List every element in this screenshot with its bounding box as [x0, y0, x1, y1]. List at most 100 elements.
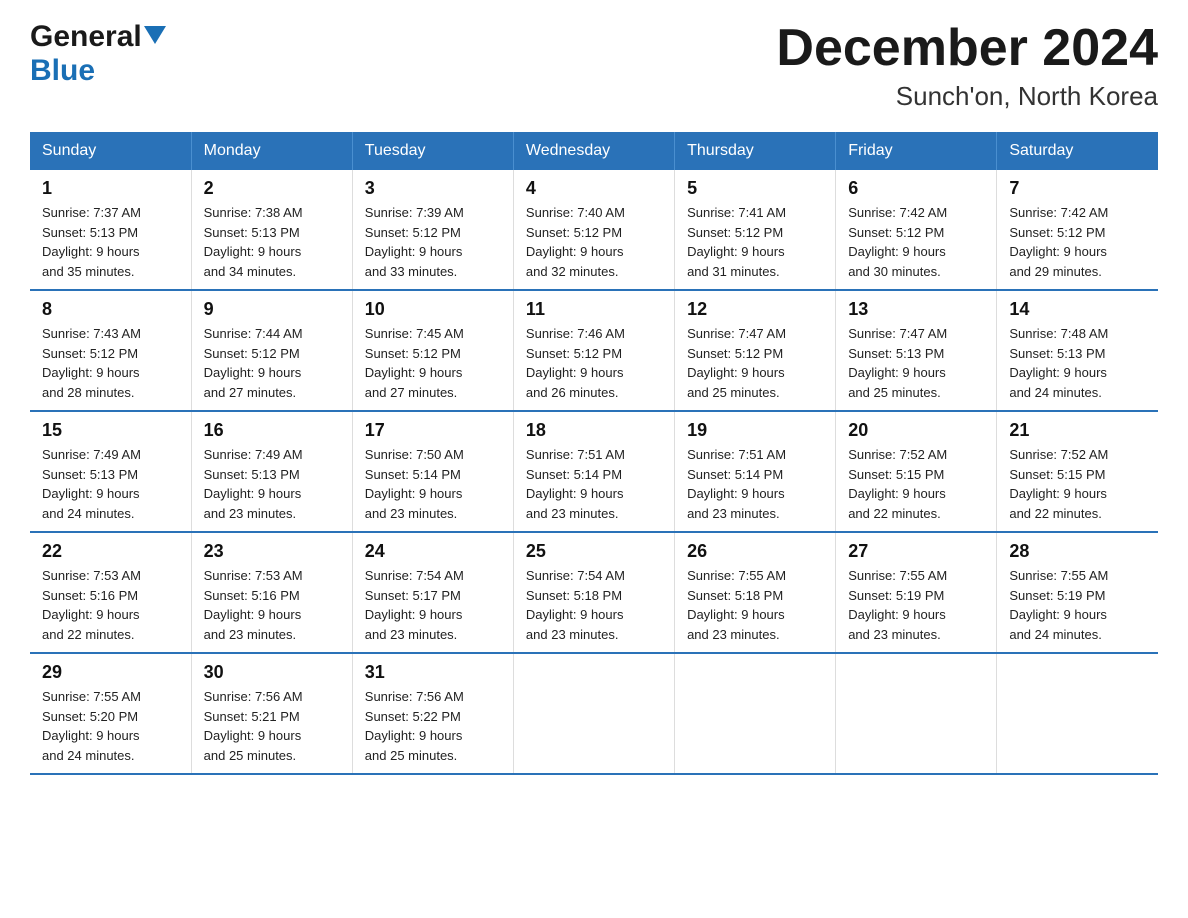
calendar-week-row: 8Sunrise: 7:43 AMSunset: 5:12 PMDaylight… — [30, 290, 1158, 411]
day-info: Sunrise: 7:56 AMSunset: 5:21 PMDaylight:… — [204, 687, 340, 765]
calendar-day-cell: 31 Sunrise: 7:56 AMSunset: 5:22 PMDayligh… — [352, 653, 513, 774]
day-number: 11 — [526, 299, 662, 320]
day-number: 4 — [526, 178, 662, 199]
calendar-day-header: Wednesday — [513, 132, 674, 170]
day-number: 28 — [1009, 541, 1146, 562]
calendar-header-row: SundayMondayTuesdayWednesdayThursdayFrid… — [30, 132, 1158, 170]
day-info: Sunrise: 7:52 AMSunset: 5:15 PMDaylight:… — [1009, 445, 1146, 523]
calendar-table: SundayMondayTuesdayWednesdayThursdayFrid… — [30, 132, 1158, 775]
calendar-week-row: 29Sunrise: 7:55 AMSunset: 5:20 PMDayligh… — [30, 653, 1158, 774]
day-number: 9 — [204, 299, 340, 320]
calendar-day-header: Sunday — [30, 132, 191, 170]
day-number: 21 — [1009, 420, 1146, 441]
day-number: 14 — [1009, 299, 1146, 320]
calendar-day-cell — [836, 653, 997, 774]
calendar-day-header: Friday — [836, 132, 997, 170]
calendar-day-header: Saturday — [997, 132, 1158, 170]
day-number: 12 — [687, 299, 823, 320]
calendar-day-cell: 8Sunrise: 7:43 AMSunset: 5:12 PMDaylight… — [30, 290, 191, 411]
day-number: 17 — [365, 420, 501, 441]
calendar-day-cell: 2Sunrise: 7:38 AMSunset: 5:13 PMDaylight… — [191, 170, 352, 290]
day-info: Sunrise: 7:40 AMSunset: 5:12 PMDaylight:… — [526, 203, 662, 281]
calendar-day-cell: 26 Sunrise: 7:55 AMSunset: 5:18 PMDayligh… — [675, 532, 836, 653]
calendar-day-cell — [997, 653, 1158, 774]
calendar-day-cell: 16 Sunrise: 7:49 AMSunset: 5:13 PMDayligh… — [191, 411, 352, 532]
calendar-day-cell: 5 Sunrise: 7:41 AMSunset: 5:12 PMDaylight… — [675, 170, 836, 290]
day-info: Sunrise: 7:55 AMSunset: 5:18 PMDaylight:… — [687, 566, 823, 644]
calendar-day-cell: 24Sunrise: 7:54 AMSunset: 5:17 PMDayligh… — [352, 532, 513, 653]
day-info: Sunrise: 7:45 AMSunset: 5:12 PMDaylight:… — [365, 324, 501, 402]
day-info: Sunrise: 7:53 AMSunset: 5:16 PMDaylight:… — [204, 566, 340, 644]
calendar-day-cell: 22 Sunrise: 7:53 AMSunset: 5:16 PMDayligh… — [30, 532, 191, 653]
calendar-day-cell: 3 Sunrise: 7:39 AMSunset: 5:12 PMDaylight… — [352, 170, 513, 290]
calendar-day-cell: 14 Sunrise: 7:48 AMSunset: 5:13 PMDayligh… — [997, 290, 1158, 411]
calendar-day-cell: 19Sunrise: 7:51 AMSunset: 5:14 PMDayligh… — [675, 411, 836, 532]
calendar-day-cell: 6Sunrise: 7:42 AMSunset: 5:12 PMDaylight… — [836, 170, 997, 290]
calendar-day-cell: 11 Sunrise: 7:46 AMSunset: 5:12 PMDayligh… — [513, 290, 674, 411]
calendar-day-cell: 15 Sunrise: 7:49 AMSunset: 5:13 PMDayligh… — [30, 411, 191, 532]
calendar-day-cell: 4 Sunrise: 7:40 AMSunset: 5:12 PMDaylight… — [513, 170, 674, 290]
calendar-week-row: 15 Sunrise: 7:49 AMSunset: 5:13 PMDayligh… — [30, 411, 1158, 532]
calendar-day-cell: 29Sunrise: 7:55 AMSunset: 5:20 PMDayligh… — [30, 653, 191, 774]
day-number: 20 — [848, 420, 984, 441]
day-info: Sunrise: 7:42 AMSunset: 5:12 PMDaylight:… — [1009, 203, 1146, 281]
day-info: Sunrise: 7:44 AMSunset: 5:12 PMDaylight:… — [204, 324, 340, 402]
day-number: 6 — [848, 178, 984, 199]
day-number: 24 — [365, 541, 501, 562]
day-number: 3 — [365, 178, 501, 199]
day-info: Sunrise: 7:48 AMSunset: 5:13 PMDaylight:… — [1009, 324, 1146, 402]
calendar-day-cell: 25 Sunrise: 7:54 AMSunset: 5:18 PMDayligh… — [513, 532, 674, 653]
day-info: Sunrise: 7:56 AMSunset: 5:22 PMDaylight:… — [365, 687, 501, 765]
calendar-day-cell: 1Sunrise: 7:37 AMSunset: 5:13 PMDaylight… — [30, 170, 191, 290]
day-number: 27 — [848, 541, 984, 562]
day-number: 26 — [687, 541, 823, 562]
calendar-day-cell: 12 Sunrise: 7:47 AMSunset: 5:12 PMDayligh… — [675, 290, 836, 411]
calendar-day-cell: 10 Sunrise: 7:45 AMSunset: 5:12 PMDayligh… — [352, 290, 513, 411]
day-info: Sunrise: 7:51 AMSunset: 5:14 PMDaylight:… — [526, 445, 662, 523]
calendar-day-cell: 30 Sunrise: 7:56 AMSunset: 5:21 PMDayligh… — [191, 653, 352, 774]
day-info: Sunrise: 7:55 AMSunset: 5:19 PMDaylight:… — [848, 566, 984, 644]
day-number: 23 — [204, 541, 340, 562]
logo: General Blue — [30, 20, 166, 88]
title-block: December 2024 Sunch'on, North Korea — [776, 20, 1158, 112]
day-number: 19 — [687, 420, 823, 441]
day-number: 15 — [42, 420, 179, 441]
calendar-week-row: 1Sunrise: 7:37 AMSunset: 5:13 PMDaylight… — [30, 170, 1158, 290]
calendar-day-header: Monday — [191, 132, 352, 170]
day-info: Sunrise: 7:47 AMSunset: 5:13 PMDaylight:… — [848, 324, 984, 402]
logo-arrow-icon — [144, 26, 166, 44]
day-info: Sunrise: 7:54 AMSunset: 5:18 PMDaylight:… — [526, 566, 662, 644]
day-info: Sunrise: 7:50 AMSunset: 5:14 PMDaylight:… — [365, 445, 501, 523]
day-number: 7 — [1009, 178, 1146, 199]
day-number: 1 — [42, 178, 179, 199]
day-info: Sunrise: 7:39 AMSunset: 5:12 PMDaylight:… — [365, 203, 501, 281]
day-number: 25 — [526, 541, 662, 562]
calendar-week-row: 22 Sunrise: 7:53 AMSunset: 5:16 PMDayligh… — [30, 532, 1158, 653]
day-info: Sunrise: 7:53 AMSunset: 5:16 PMDaylight:… — [42, 566, 179, 644]
day-info: Sunrise: 7:41 AMSunset: 5:12 PMDaylight:… — [687, 203, 823, 281]
day-number: 18 — [526, 420, 662, 441]
calendar-day-cell: 23 Sunrise: 7:53 AMSunset: 5:16 PMDayligh… — [191, 532, 352, 653]
day-info: Sunrise: 7:49 AMSunset: 5:13 PMDaylight:… — [42, 445, 179, 523]
day-number: 5 — [687, 178, 823, 199]
day-number: 22 — [42, 541, 179, 562]
calendar-day-header: Thursday — [675, 132, 836, 170]
logo-general-text: General — [30, 20, 142, 54]
day-info: Sunrise: 7:43 AMSunset: 5:12 PMDaylight:… — [42, 324, 179, 402]
day-number: 2 — [204, 178, 340, 199]
day-number: 16 — [204, 420, 340, 441]
page-header: General Blue December 2024 Sunch'on, Nor… — [30, 20, 1158, 112]
day-info: Sunrise: 7:55 AMSunset: 5:19 PMDaylight:… — [1009, 566, 1146, 644]
page-title: December 2024 — [776, 20, 1158, 77]
logo-blue-text: Blue — [30, 54, 95, 87]
calendar-day-cell: 17 Sunrise: 7:50 AMSunset: 5:14 PMDayligh… — [352, 411, 513, 532]
day-info: Sunrise: 7:47 AMSunset: 5:12 PMDaylight:… — [687, 324, 823, 402]
day-number: 10 — [365, 299, 501, 320]
calendar-day-cell — [675, 653, 836, 774]
day-number: 30 — [204, 662, 340, 683]
day-info: Sunrise: 7:46 AMSunset: 5:12 PMDaylight:… — [526, 324, 662, 402]
calendar-day-cell: 21 Sunrise: 7:52 AMSunset: 5:15 PMDayligh… — [997, 411, 1158, 532]
day-number: 31 — [365, 662, 501, 683]
calendar-day-cell: 7 Sunrise: 7:42 AMSunset: 5:12 PMDaylight… — [997, 170, 1158, 290]
day-info: Sunrise: 7:49 AMSunset: 5:13 PMDaylight:… — [204, 445, 340, 523]
